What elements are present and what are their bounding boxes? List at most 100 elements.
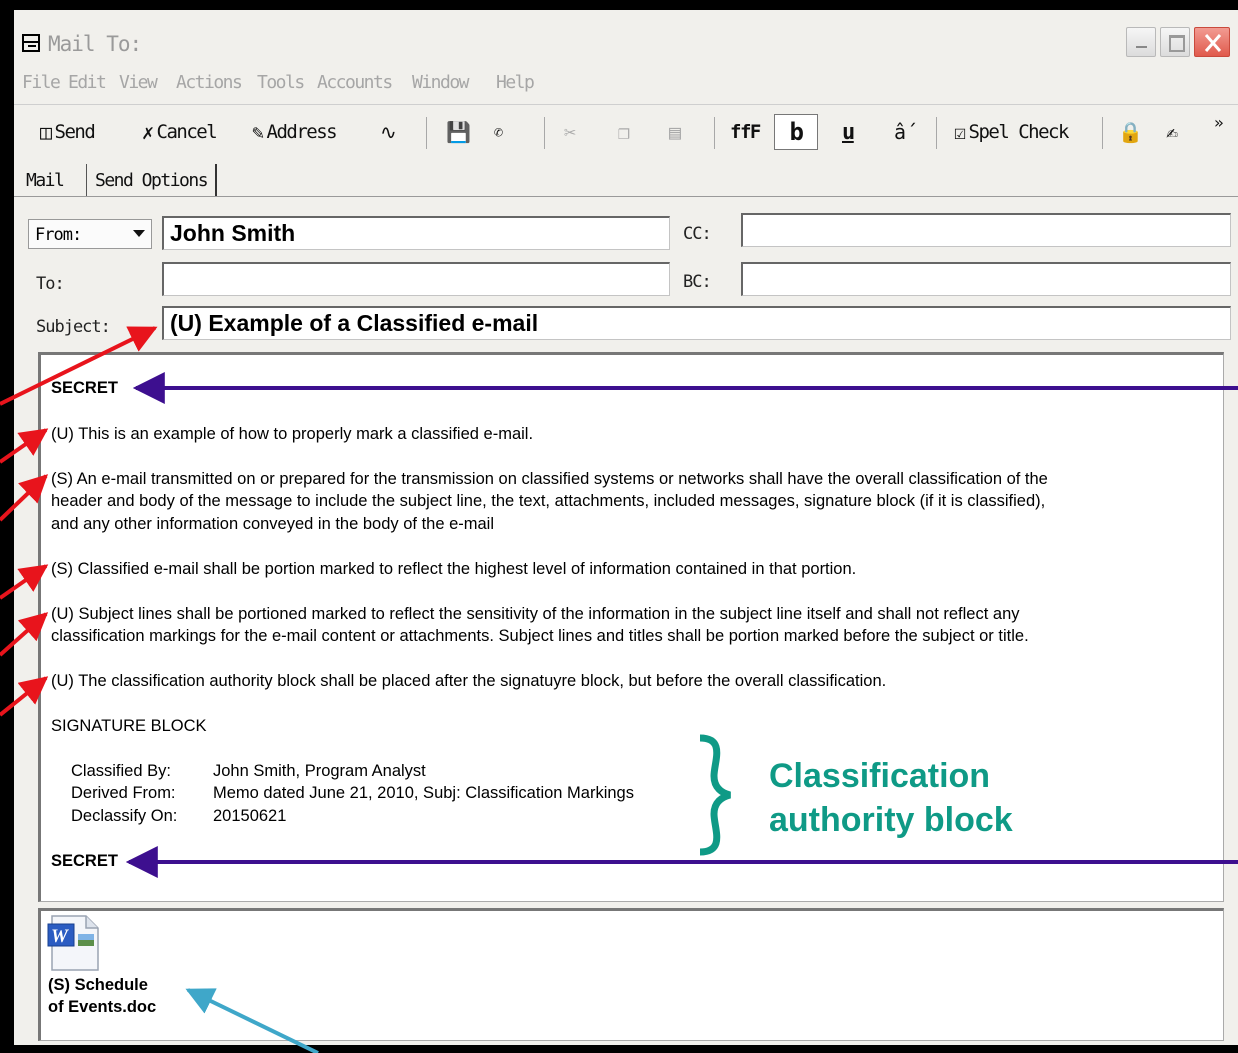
from-label: From: <box>35 225 82 245</box>
cancel-icon: ✗ <box>142 120 154 144</box>
lock-icon: 🔒 <box>1118 120 1143 144</box>
underline-icon: u <box>842 119 855 145</box>
copy-button[interactable]: ❐ <box>618 115 630 149</box>
paste-button[interactable]: ▤ <box>669 115 681 149</box>
derived-from-value: Memo dated June 21, 2010, Subj: Classifi… <box>213 784 634 802</box>
body-paragraph-4-line-1: (U) Subject lines shall be portioned mar… <box>51 605 1020 623</box>
authority-block-annotation: Classification authority block <box>769 754 1013 842</box>
from-field[interactable]: John Smith <box>162 216 670 250</box>
classification-banner-bottom: SECRET <box>51 852 118 870</box>
send-icon: ◫ <box>40 120 52 144</box>
toolbar-separator <box>426 117 427 149</box>
cancel-button[interactable]: ✗ Cancel <box>142 115 218 149</box>
from-value: John Smith <box>170 220 296 246</box>
derived-from-label: Derived From: <box>71 784 176 802</box>
signature-block: SIGNATURE BLOCK <box>51 717 207 735</box>
bc-label: BC: <box>683 272 712 292</box>
bold-button[interactable]: b <box>774 114 818 150</box>
menu-window[interactable]: Window <box>412 72 470 93</box>
address-button[interactable]: ✎ Address <box>252 115 338 149</box>
to-label: To: <box>36 274 65 294</box>
declassify-on-label: Declassify On: <box>71 807 178 825</box>
menu-file[interactable]: File <box>22 72 61 93</box>
subject-label: Subject: <box>36 317 111 337</box>
classification-banner-top: SECRET <box>51 379 118 397</box>
phone-icon: ✆ <box>494 123 503 141</box>
close-icon <box>1204 34 1222 52</box>
body-paragraph-1: (U) This is an example of how to properl… <box>51 425 534 443</box>
svg-text:W: W <box>51 926 69 947</box>
chevron-down-icon <box>133 230 145 237</box>
to-field[interactable] <box>162 262 670 296</box>
font-icon: ffF <box>730 121 761 143</box>
from-dropdown[interactable]: From: <box>28 219 152 249</box>
menu-edit[interactable]: Edit <box>68 72 107 93</box>
declassify-on-value: 20150621 <box>213 807 287 825</box>
attachment-name-line-1: (S) Schedule <box>48 976 148 994</box>
scissors-icon: ✂ <box>564 120 576 144</box>
toolbar-separator <box>714 117 715 149</box>
mail-window-icon <box>22 34 40 52</box>
menu-actions[interactable]: Actions <box>176 72 243 93</box>
tab-mail[interactable]: Mail <box>20 164 69 197</box>
window-title: Mail To: <box>48 32 142 56</box>
menu-accounts[interactable]: Accounts <box>317 72 393 93</box>
spellcheck-icon: ☑ <box>954 120 966 144</box>
body-paragraph-2-line-3: and any other information conveyed in th… <box>51 515 495 533</box>
menu-bar: File Edit View Actions Tools Accounts Wi… <box>14 68 1238 98</box>
attachment-pane <box>38 908 1224 1041</box>
subject-field[interactable]: (U) Example of a Classified e-mail <box>162 306 1231 340</box>
body-paragraph-4-line-2: classification markings for the e-mail c… <box>51 627 1029 645</box>
minimize-button[interactable] <box>1126 27 1156 57</box>
security-button[interactable]: 🔒 <box>1118 115 1143 149</box>
classified-by-value: John Smith, Program Analyst <box>213 762 426 780</box>
send-button[interactable]: ◫ Send <box>40 115 96 149</box>
title-bar: Mail To: <box>14 10 1238 62</box>
save-icon: 💾 <box>446 120 471 144</box>
menu-tools[interactable]: Tools <box>257 72 305 93</box>
menu-view[interactable]: View <box>119 72 158 93</box>
cc-field[interactable] <box>741 213 1231 247</box>
italic-button[interactable]: ấ <box>894 115 906 149</box>
maximize-button[interactable] <box>1160 27 1190 57</box>
cc-label: CC: <box>683 224 712 244</box>
toolbar-separator <box>1102 117 1103 149</box>
menu-help[interactable]: Help <box>496 72 535 93</box>
chevron-right-icon: » <box>1214 112 1224 132</box>
cut-button[interactable]: ✂ <box>564 115 576 149</box>
underline-button[interactable]: u <box>842 115 855 149</box>
attach-button[interactable]: ∿ <box>380 115 397 149</box>
copy-icon: ❐ <box>618 120 630 144</box>
tab-divider <box>14 196 1238 197</box>
address-book-icon: ✎ <box>252 120 264 144</box>
save-draft-button[interactable]: 💾 <box>446 115 471 149</box>
body-paragraph-2-line-1: (S) An e-mail transmitted on or prepared… <box>51 470 1048 488</box>
body-paragraph-2-line-2: header and body of the message to includ… <box>51 492 1046 510</box>
toolbar-separator <box>936 117 937 149</box>
italic-icon: ấ <box>894 120 906 144</box>
font-button[interactable]: ffF <box>730 115 761 149</box>
annotation-line-1: Classification <box>769 757 991 795</box>
bold-icon: b <box>789 118 804 146</box>
subject-value: (U) Example of a Classified e-mail <box>170 310 539 336</box>
spellcheck-button[interactable]: ☑ Spel Check <box>954 115 1069 149</box>
paste-icon: ▤ <box>669 120 681 144</box>
edit-icon: ✍ <box>1166 120 1178 144</box>
close-button[interactable] <box>1194 27 1230 57</box>
attachment-name[interactable]: (S) Schedule of Events.doc <box>48 974 156 1018</box>
classified-by-label: Classified By: <box>71 762 171 780</box>
bc-field[interactable] <box>741 262 1231 296</box>
phone-button[interactable]: ✆ <box>494 115 503 149</box>
sign-button[interactable]: ✍ <box>1166 115 1178 149</box>
tab-strip: Mail Send Options <box>14 160 1238 198</box>
attachment-name-line-2: of Events.doc <box>48 998 157 1016</box>
body-paragraph-5: (U) The classification authority block s… <box>51 672 887 690</box>
mail-window: Mail To: File Edit View Actions Tools Ac… <box>0 0 1238 1053</box>
toolbar-overflow-button[interactable]: » <box>1214 105 1224 139</box>
body-paragraph-3: (S) Classified e-mail shall be portion m… <box>51 560 857 578</box>
tab-send-options[interactable]: Send Options <box>86 164 218 197</box>
word-document-icon[interactable]: W <box>46 914 102 972</box>
annotation-line-2: authority block <box>769 801 1013 839</box>
toolbar-separator <box>544 117 545 149</box>
toolbar: ◫ Send ✗ Cancel ✎ Address ∿ 💾 ✆ ✂ ❐ ▤ ff… <box>14 104 1238 161</box>
